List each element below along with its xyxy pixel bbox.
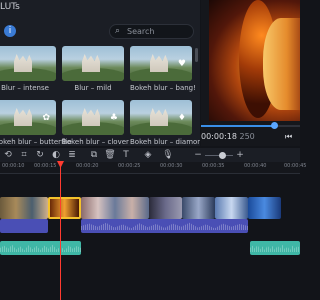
video-clip[interactable] (0, 197, 48, 219)
diamond-icon: ♦ (177, 113, 186, 123)
zoom-in-icon[interactable]: + (234, 149, 246, 161)
audio-clip[interactable] (250, 241, 300, 255)
lut-item-label: Bokeh blur – butterflie (0, 138, 72, 146)
lut-thumbnail: ♣ (62, 100, 124, 135)
video-track-bar[interactable] (81, 219, 248, 233)
video-subject-face (263, 18, 300, 110)
lut-item-label: Bokeh blur – bang! (130, 84, 196, 92)
video-clip[interactable] (81, 197, 149, 219)
zoom-out-icon[interactable]: − (192, 149, 204, 161)
waveform (0, 244, 81, 252)
lut-item[interactable]: ♣ Bokeh blur – clover (62, 100, 129, 146)
info-icon[interactable]: i (4, 25, 16, 37)
thumbnail-castle (82, 108, 100, 126)
lut-panel-title: LUTs (0, 2, 20, 12)
ruler-label: 00:00:10 (2, 163, 25, 169)
split-icon[interactable]: ⧉ (88, 149, 100, 161)
lut-item[interactable]: Blur – intense (0, 46, 56, 92)
seek-handle[interactable] (271, 122, 278, 129)
color-icon[interactable]: ◐ (50, 149, 62, 161)
properties-icon[interactable]: ≣ (66, 149, 78, 161)
video-track-bar[interactable] (0, 219, 48, 233)
butterfly-icon: ✿ (42, 113, 50, 123)
seek-bar-fill (201, 125, 273, 127)
video-clip[interactable] (248, 197, 281, 219)
timecode: 00:00:18 250 (201, 132, 255, 141)
timeline-toolbar: ⟲ ⌗ ↻ ◐ ≣ ⧉ 🗑 T ◈ 🎙 − + (0, 148, 300, 162)
video-preview[interactable] (209, 0, 300, 121)
clover-icon: ♣ (109, 113, 118, 123)
seek-bar[interactable] (201, 125, 300, 127)
lut-thumbnail: ✿ (0, 100, 56, 135)
lut-item[interactable]: ✿ Bokeh blur – butterflie (0, 100, 72, 146)
lut-thumbnail (0, 46, 56, 81)
lut-thumbnail: ♦ (130, 100, 192, 135)
timeline[interactable] (0, 175, 300, 300)
video-clip-selected[interactable] (48, 197, 81, 219)
mic-icon[interactable]: 🎙 (162, 149, 174, 161)
trash-icon[interactable]: 🗑 (104, 149, 116, 161)
lut-item[interactable]: Blur – mild (62, 46, 124, 92)
undo-icon[interactable]: ⟲ (2, 149, 14, 161)
thumbnail-castle (150, 108, 168, 126)
lut-item-label: Bokeh blur – diamond (130, 138, 200, 146)
thumbnail-castle (150, 54, 168, 72)
search-box[interactable]: ⌕ (109, 24, 194, 39)
ruler-label: 00:00:40 (244, 163, 267, 169)
current-time: 00:00:18 (201, 132, 237, 141)
lut-thumbnail: ♥ (130, 46, 192, 81)
lut-item[interactable]: ♦ Bokeh blur – diamond (130, 100, 200, 146)
search-input[interactable] (127, 26, 191, 37)
panel-scrollbar[interactable] (195, 48, 198, 62)
lut-item[interactable]: ♥ Bokeh blur – bang! (130, 46, 196, 92)
video-clip[interactable] (182, 197, 215, 219)
lut-thumbnail (62, 46, 124, 81)
crop-icon[interactable]: ⌗ (18, 149, 30, 161)
search-icon: ⌕ (115, 26, 121, 36)
ruler-label: 00:00:20 (76, 163, 99, 169)
audio-clip[interactable] (0, 241, 81, 255)
thumbnail-castle (14, 54, 32, 72)
lut-item-label: Blur – mild (74, 84, 112, 92)
ruler-label: 00:00:25 (118, 163, 141, 169)
video-clip[interactable] (215, 197, 248, 219)
heart-icon: ♥ (177, 59, 186, 69)
rotate-icon[interactable]: ↻ (34, 149, 46, 161)
thumbnail-castle (14, 108, 32, 126)
ruler-label: 00:00:15 (34, 163, 57, 169)
text-icon[interactable]: T (120, 149, 132, 161)
preview-panel: 00:00:18 250 (201, 0, 300, 146)
waveform (250, 244, 300, 252)
ruler-label: 00:00:35 (202, 163, 225, 169)
playhead[interactable] (60, 163, 61, 300)
skip-to-start-icon[interactable]: ⏮ (285, 132, 292, 142)
lut-item-label: Blur – intense (1, 84, 49, 92)
ruler-label: 00:00:45 (284, 163, 307, 169)
waveform (81, 222, 248, 230)
marker-icon[interactable]: ◈ (142, 149, 154, 161)
ruler-label: 00:00:30 (160, 163, 183, 169)
thumbnail-castle (82, 54, 100, 72)
video-clip[interactable] (149, 197, 182, 219)
total-time: 250 (239, 132, 255, 141)
zoom-slider-handle[interactable] (219, 152, 226, 159)
lut-panel: LUTs i ⌕ Blur – intense Blur – mild ♥ Bo… (0, 0, 200, 146)
lut-item-label: Bokeh blur – clover (62, 138, 129, 146)
timeline-ruler[interactable]: 00:00:10 00:00:15 00:00:20 00:00:25 00:0… (0, 162, 306, 174)
